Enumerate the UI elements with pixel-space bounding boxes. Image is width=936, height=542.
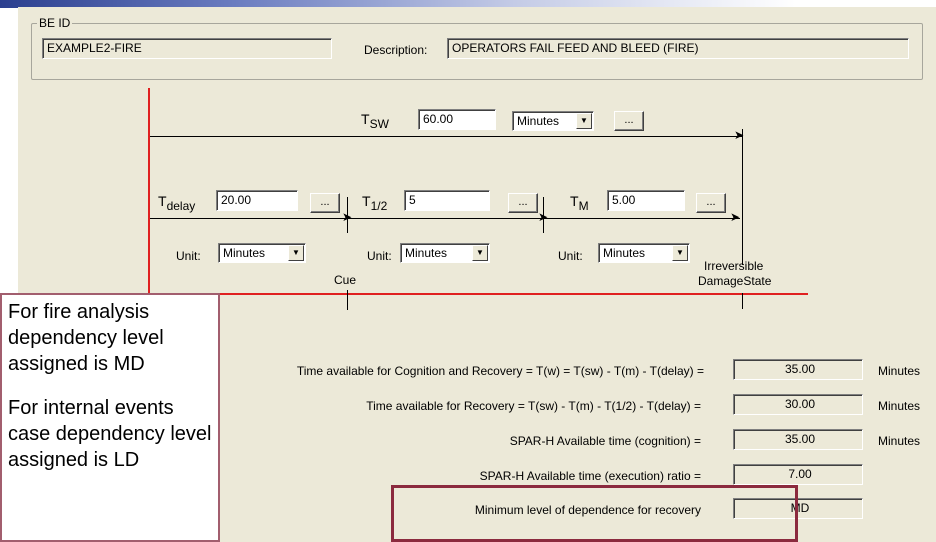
result-unit-recovery: Minutes: [878, 399, 921, 413]
dependence-highlight-box: [391, 485, 798, 542]
be-id-field[interactable]: EXAMPLE2-FIRE: [42, 38, 332, 59]
tm-arrowhead: ➤: [730, 210, 741, 224]
tsw-browse-button[interactable]: ...: [614, 111, 644, 131]
result-value-recovery[interactable]: 30.00: [733, 394, 863, 415]
left-boundary-line: [148, 88, 150, 295]
result-label-sparh-cognition: SPAR-H Available time (cognition) =: [509, 434, 701, 448]
tm-symbol: TM: [570, 193, 589, 213]
thalf-browse-button[interactable]: ...: [508, 193, 538, 213]
description-label: Description:: [364, 43, 428, 57]
tm-browse-button[interactable]: ...: [696, 193, 726, 213]
thalf-input[interactable]: 5: [404, 190, 490, 211]
be-id-legend: BE ID: [37, 16, 73, 30]
description-field[interactable]: OPERATORS FAIL FEED AND BLEED (FIRE): [447, 38, 909, 59]
tsw-input[interactable]: 60.00: [418, 109, 496, 130]
chevron-down-icon: ▼: [576, 113, 592, 129]
chevron-down-icon: ▼: [472, 245, 488, 261]
tm-unit-label: Unit:: [558, 249, 583, 263]
cue-label: Cue: [334, 273, 357, 287]
tdelay-tick: [347, 197, 348, 233]
chevron-down-icon: ▼: [672, 245, 688, 261]
result-label-recovery: Time available for Recovery = T(sw) - T(…: [366, 399, 701, 413]
thalf-unit-select[interactable]: Minutes ▼: [400, 243, 490, 263]
tsw-arrow-line: [150, 136, 742, 137]
chevron-down-icon: ▼: [288, 245, 304, 261]
result-unit-sparh-cognition: Minutes: [878, 434, 921, 448]
callout-fire-text: For fire analysis dependency level assig…: [8, 301, 164, 375]
result-value-cognition-recovery[interactable]: 35.00: [733, 359, 863, 380]
baseline-red: [148, 293, 808, 295]
result-label-cognition-recovery: Time available for Cognition and Recover…: [296, 364, 704, 378]
result-label-sparh-execution: SPAR-H Available time (execution) ratio …: [479, 469, 701, 483]
tsw-unit-select[interactable]: Minutes ▼: [512, 111, 594, 131]
tdelay-symbol: Tdelay: [158, 193, 196, 213]
tdelay-unit-label: Unit:: [176, 249, 201, 263]
annotation-callout: For fire analysis dependency level assig…: [0, 293, 220, 542]
tdelay-input[interactable]: 20.00: [216, 190, 298, 211]
irreversible-tick: [742, 129, 743, 265]
result-unit-cognition-recovery: Minutes: [878, 364, 921, 378]
tsw-symbol: TSW: [361, 111, 389, 131]
irreversible-tick-lower: [742, 293, 743, 309]
segment-axis-line: [150, 218, 740, 219]
cue-tick: [347, 290, 348, 310]
irreversible-label: Irreversible: [704, 259, 764, 273]
callout-internal-text: For internal events case dependency leve…: [8, 397, 212, 471]
tm-unit-select[interactable]: Minutes ▼: [598, 243, 690, 263]
result-value-sparh-cognition[interactable]: 35.00: [733, 429, 863, 450]
tm-input[interactable]: 5.00: [607, 190, 685, 211]
tdelay-browse-button[interactable]: ...: [310, 193, 340, 213]
thalf-symbol: T1/2: [362, 193, 388, 213]
thalf-tick: [543, 197, 544, 233]
tdelay-unit-select[interactable]: Minutes ▼: [218, 243, 306, 263]
thalf-unit-label: Unit:: [367, 249, 392, 263]
result-value-sparh-execution[interactable]: 7.00: [733, 464, 863, 485]
damage-state-label: DamageState: [698, 274, 772, 288]
